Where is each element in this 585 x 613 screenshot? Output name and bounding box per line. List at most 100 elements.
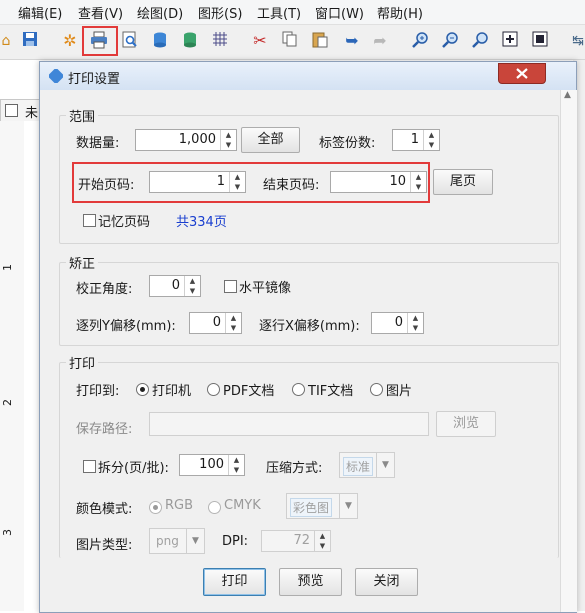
close-button[interactable]: 关闭 [355,568,418,596]
zoom-icon[interactable] [472,31,492,51]
color-cmyk-radio[interactable] [208,501,221,514]
menu-view[interactable]: 查看(V) [78,3,123,22]
redo-icon[interactable]: ➦ [370,31,390,51]
print-to-tif-radio[interactable] [292,383,305,396]
copies-input[interactable]: 1 ▲ ▼ [392,129,440,151]
print-to-tif-label: TIF文档 [308,384,354,399]
total-pages-text: 共334页 [176,215,227,230]
more-icon[interactable]: ↹ [568,31,585,51]
color-rgb-label: RGB [165,498,194,513]
spinner-arrows[interactable]: ▲ ▼ [314,531,330,551]
all-button[interactable]: 全部 [241,127,300,153]
remember-page-label: 记忆页码 [98,215,151,230]
close-icon[interactable] [498,63,546,84]
chevron-down-icon[interactable]: ▼ [339,494,357,518]
print-to-pdf-label: PDF文档 [223,384,275,399]
print-icon[interactable] [90,31,110,51]
mirror-label: 水平镜像 [239,281,292,296]
menu-tools[interactable]: 工具(T) [257,3,301,22]
split-input[interactable]: 100 ▲ ▼ [179,454,245,476]
copies-value: 1 [410,132,419,147]
save-icon[interactable] [22,31,42,51]
menu-draw[interactable]: 绘图(D) [137,3,183,22]
document-icon [5,104,18,117]
row-offset-label: 逐行X偏移(mm): [259,319,360,334]
angle-value: 0 [171,278,180,293]
home-icon[interactable]: ⌂ [0,31,16,51]
menu-edit[interactable]: 编辑(E) [18,3,62,22]
menu-help[interactable]: 帮助(H) [377,3,423,22]
fit-page-icon[interactable] [502,31,522,51]
print-settings-dialog: 打印设置 ▲ 范围 数据量: 1,000 ▲ ▼ 全部 标签份数: 1 ▲ ▼ 开始… [39,61,577,613]
col-offset-value: 0 [212,315,221,330]
compress-select-value: 标准 [343,457,374,476]
zoom-in-icon[interactable] [412,31,432,51]
color-mode-label: 颜色模式: [76,502,133,517]
data-source-icon[interactable] [182,31,202,51]
menu-window[interactable]: 窗口(W) [315,3,364,22]
dpi-input[interactable]: 72 ▲ ▼ [261,530,331,552]
save-path-input[interactable] [149,412,429,436]
browse-button[interactable]: 浏览 [436,411,496,437]
chevron-down-icon[interactable]: ▼ [376,453,394,477]
menu-bar: 编辑(E) 查看(V) 绘图(D) 图形(S) 工具(T) 窗口(W) 帮助(H… [0,0,585,25]
print-to-image-radio[interactable] [370,383,383,396]
ruler-number: 2 [1,399,14,406]
print-to-printer-label: 打印机 [152,384,192,399]
grid-icon[interactable] [212,31,232,51]
fit-window-icon[interactable] [532,31,552,51]
image-type-select[interactable]: png ▼ [149,528,205,554]
col-offset-input[interactable]: 0 ▲ ▼ [189,312,242,334]
row-offset-input[interactable]: 0 ▲ ▼ [371,312,424,334]
angle-input[interactable]: 0 ▲ ▼ [149,275,201,297]
mirror-checkbox[interactable] [224,280,237,293]
dpi-label: DPI: [222,534,249,549]
chevron-down-icon[interactable]: ▼ [186,529,204,553]
dpi-value: 72 [293,533,310,548]
remember-page-checkbox[interactable] [83,214,96,227]
spinner-arrows[interactable]: ▲ ▼ [228,455,244,475]
dialog-app-icon [47,67,65,85]
data-count-label: 数据量: [76,136,120,151]
spinner-arrows[interactable]: ▲ ▼ [184,276,200,296]
document-tab-label: 未 [25,106,39,121]
spinner-arrows[interactable]: ▲ ▼ [225,313,241,333]
image-type-value: png [156,534,179,548]
print-button[interactable]: 打印 [203,568,266,596]
compress-label: 压缩方式: [266,461,323,476]
correction-group-title: 矫正 [66,253,99,272]
print-to-printer-radio[interactable] [136,383,149,396]
print-to-pdf-radio[interactable] [207,383,220,396]
spinner-arrows[interactable]: ▲ ▼ [220,130,236,150]
color-rgb-radio[interactable] [149,501,162,514]
data-count-input[interactable]: 1,000 ▲ ▼ [135,129,237,151]
menu-shape[interactable]: 图形(S) [198,3,242,22]
col-offset-label: 逐列Y偏移(mm): [76,319,176,334]
compress-select[interactable]: 标准 ▼ [339,452,395,478]
split-label: 拆分(页/批): [98,461,169,476]
vertical-ruler: 1 2 3 [0,121,25,611]
scroll-up-icon[interactable]: ▲ [564,90,571,100]
color-select-value: 彩色图 [290,498,333,517]
color-select[interactable]: 彩色图 ▼ [286,493,358,519]
ruler-number: 1 [1,264,14,271]
print-group-title: 打印 [66,353,99,372]
page-range-highlight [72,162,430,203]
undo-icon[interactable]: ➥ [342,31,362,51]
dialog-titlebar[interactable]: 打印设置 [40,62,576,90]
database-icon[interactable] [152,31,172,51]
cut-icon[interactable]: ✂ [250,31,270,51]
last-page-button[interactable]: 尾页 [433,169,493,195]
copy-icon[interactable] [282,31,302,51]
split-checkbox[interactable] [83,460,96,473]
print-to-label: 打印到: [76,384,120,399]
spinner-arrows[interactable]: ▲ ▼ [423,130,439,150]
spinner-arrows[interactable]: ▲ ▼ [407,313,423,333]
settings-icon[interactable]: ✲ [60,31,80,51]
dialog-scrollbar[interactable]: ▲ [560,90,577,612]
paste-icon[interactable] [312,31,332,51]
zoom-out-icon[interactable] [442,31,462,51]
preview-button[interactable]: 预览 [279,568,342,596]
color-cmyk-label: CMYK [224,498,261,513]
print-preview-icon[interactable] [122,31,142,51]
